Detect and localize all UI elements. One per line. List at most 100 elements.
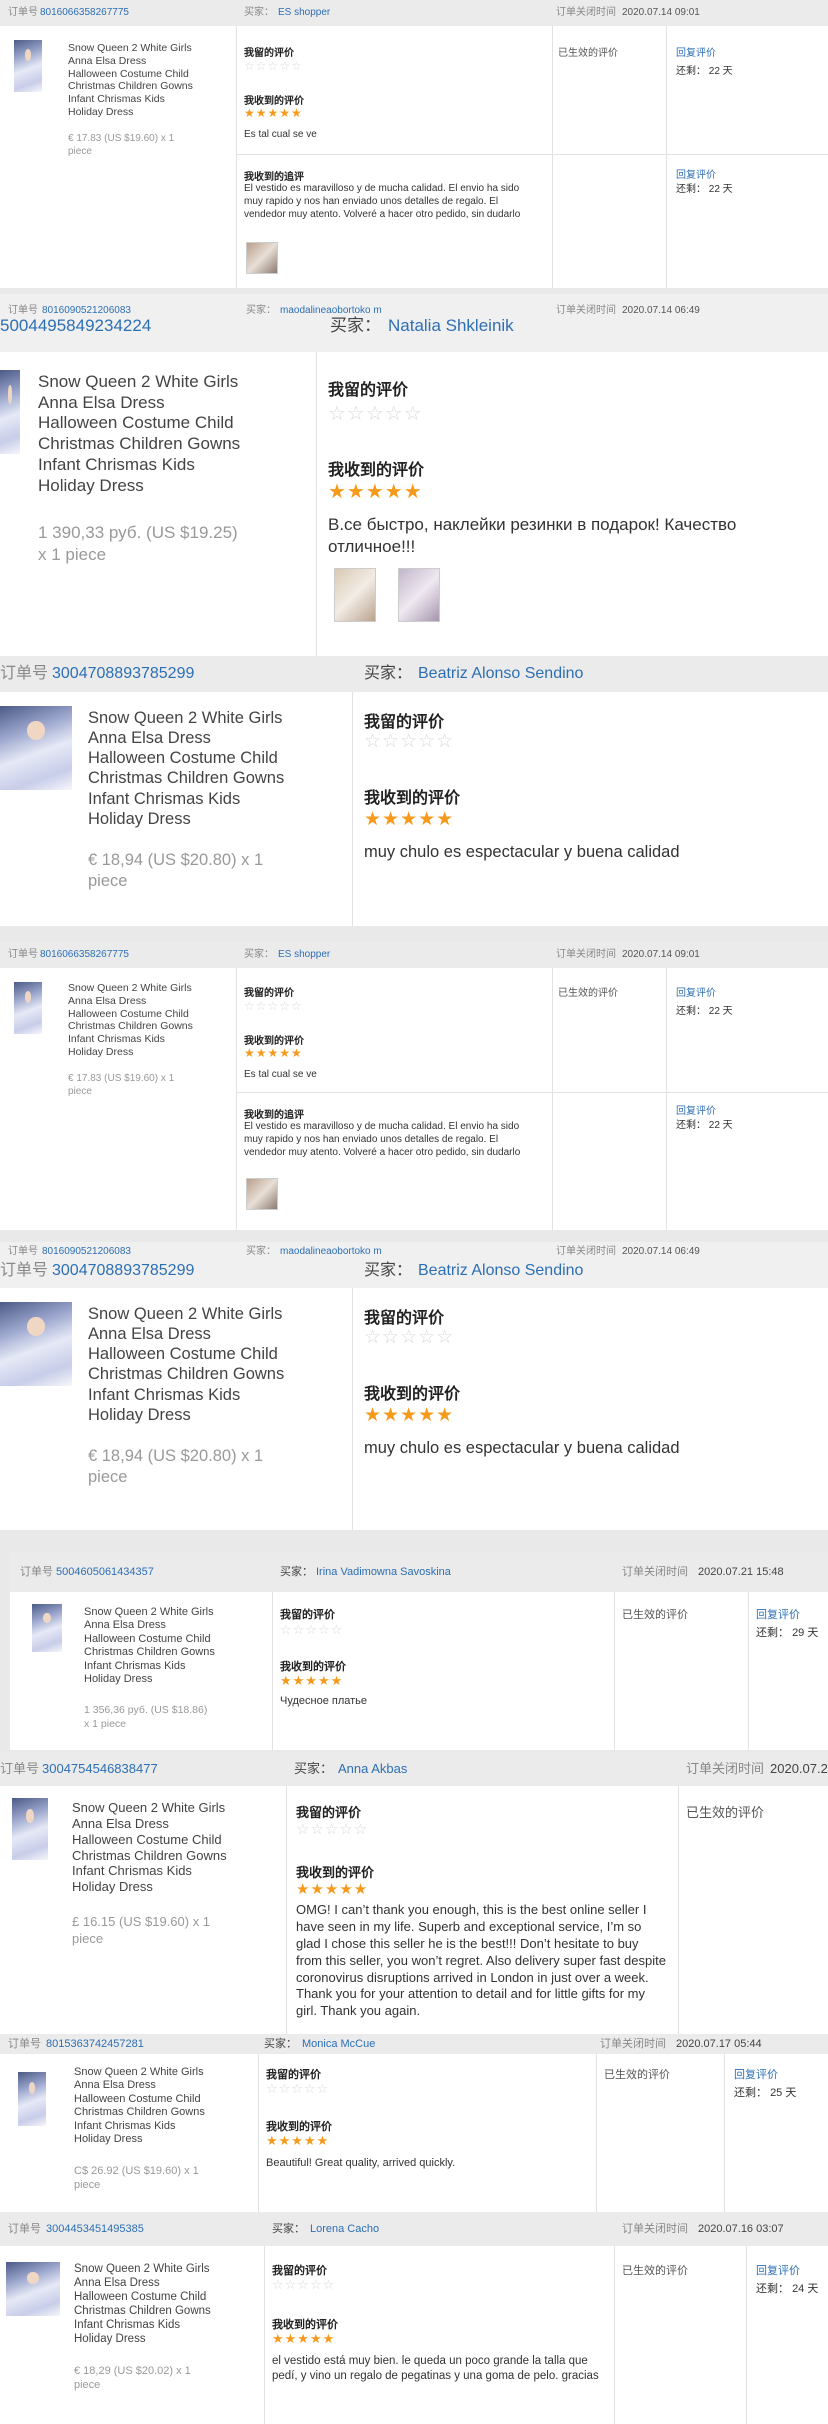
buyer-link[interactable]: Natalia Shkleinik [388,316,514,336]
order-number-link[interactable]: 8016066358267775 [40,0,129,26]
order-card-6: 订单号 5004605061434357 买家： Irina Vadimowna… [10,1552,828,1750]
my-review-stars: ☆☆☆☆☆ [244,59,303,73]
order-body: Snow Queen 2 White Girls Anna Elsa Dress H… [0,1786,828,2036]
my-review-stars: ☆☆☆☆☆ [244,999,303,1013]
buyer-label: 买家： [364,1262,413,1279]
product-thumbnail[interactable] [14,982,42,1034]
buyer-link[interactable]: Irina Vadimowna Savoskina [316,1552,451,1592]
my-review-heading: 我留的评价 [266,2069,321,2081]
product-title[interactable]: Snow Queen 2 White Girls Anna Elsa Dress H… [88,1304,348,1425]
buyer-label: 买家： [272,2223,305,2235]
order-header: 订单号 8016066358267775 买家： ES shopper 订单关闭… [0,942,828,968]
received-review-heading: 我收到的评价 [328,462,425,479]
order-card-8: 订单号 8015363742457281 买家： Monica McCue 订单… [0,2034,828,2212]
buyer-label: 买家： [280,1566,313,1578]
buyer-link[interactable]: Beatriz Alonso Sendino [418,1258,583,1284]
buyer-link[interactable]: ES shopper [278,0,330,26]
order-number-link[interactable]: 5004605061434357 [56,1552,154,1592]
days-left: 还剩： 22 天 [676,66,733,77]
order-header: 订单号 3004708893785299 买家： Beatriz Alonso … [0,656,828,692]
order-card-1: 订单号 8016066358267775 买家： ES shopper 订单关闭… [0,0,828,288]
my-review-heading: 我留的评价 [364,714,445,731]
close-time-value: 2020.07.2 [770,1761,828,1776]
buyer-link[interactable]: Anna Akbas [338,1752,407,1786]
received-review-heading: 我收到的评价 [244,1036,304,1047]
close-time-label: 订单关闭时间 [622,1566,688,1578]
product-title[interactable]: Snow Queen 2 White Girls Anna Elsa Dress H… [68,982,228,1059]
my-review-stars: ☆☆☆☆☆ [364,1327,455,1348]
product-title[interactable]: Snow Queen 2 White Girls Anna Elsa Dress H… [74,2066,252,2146]
buyer-link[interactable]: Monica McCue [302,2034,375,2054]
followup-reply-link[interactable]: 回复评价 [676,166,716,181]
order-number-link[interactable]: 3004754546838477 [42,1752,158,1786]
product-thumbnail[interactable] [0,1302,72,1386]
order-card-9: 订单号 3004453451495385 买家： Lorena Cacho 订单… [0,2212,828,2424]
product-thumbnail[interactable] [12,1798,48,1860]
followup-days-left: 还剩： 22 天 [676,1120,733,1131]
my-review-heading: 我留的评价 [296,1805,362,1820]
close-time-value: 2020.07.17 05:44 [676,2038,762,2050]
reply-review-link[interactable]: 回复评价 [676,984,716,999]
order-number-label: 订单号 [8,949,38,960]
product-title[interactable]: Snow Queen 2 White Girls Anna Elsa Dress H… [74,2262,254,2346]
order-number-link[interactable]: 8016066358267775 [40,942,129,968]
order-number-link[interactable]: 3004708893785299 [52,656,194,692]
buyer-label: 买家： [294,1761,334,1776]
buyer-link[interactable]: Lorena Cacho [310,2212,379,2246]
order-number-link-large[interactable]: 5004495849234224 [0,316,151,336]
product-thumbnail[interactable] [0,370,20,454]
order-number-label: 订单号 [0,665,49,682]
review-photo[interactable] [334,568,376,622]
received-review-stars: ★★★★★ [328,481,423,503]
order-number-link[interactable]: 3004453451495385 [46,2212,144,2246]
days-left: 还剩： 22 天 [676,1006,733,1017]
reply-review-link[interactable]: 回复评价 [756,1606,800,1622]
reply-review-link[interactable]: 回复评价 [734,2066,778,2082]
order-header: 订单号 8015363742457281 买家： Monica McCue 订单… [0,2034,828,2054]
product-thumbnail[interactable] [32,1604,62,1652]
review-photo[interactable] [246,242,278,274]
review-status: 已生效的评价 [622,2265,688,2277]
product-title[interactable]: Snow Queen 2 White Girls Anna Elsa Dress H… [72,1800,282,1895]
received-review-stars: ★★★★★ [244,106,303,120]
order-number-link[interactable]: 8015363742457281 [46,2034,144,2054]
followup-text: El vestido es maravilloso y de mucha cal… [244,1121,521,1158]
product-price: € 17.83 (US $19.60) x 1 piece [68,133,175,157]
product-title[interactable]: Snow Queen 2 White Girls Anna Elsa Dress H… [84,1606,254,1686]
product-thumbnail[interactable] [0,706,72,790]
my-review-heading: 我留的评价 [244,988,294,999]
reply-review-link[interactable]: 回复评价 [756,2262,800,2278]
review-text: Es tal cual se ve [244,1069,317,1080]
buyer-link[interactable]: ES shopper [278,942,330,968]
order-body: Snow Queen 2 White Girls Anna Elsa Dress H… [0,1288,828,1530]
review-status: 已生效的评价 [604,2069,670,2081]
my-review-heading: 我留的评价 [364,1310,445,1327]
product-thumbnail[interactable] [18,2072,46,2126]
review-text: el vestido está muy bien. le queda un po… [272,2355,599,2382]
followup-reply-link[interactable]: 回复评价 [676,1102,716,1117]
order-number-label: 订单号 [8,2038,41,2050]
buyer-link[interactable]: Beatriz Alonso Sendino [418,656,583,692]
order-card-2: 订单号 8016090521206083 买家： maodalineaobort… [0,294,828,656]
product-thumbnail[interactable] [6,2262,60,2316]
order-body: Snow Queen 2 White Girls Anna Elsa Dress H… [0,2054,828,2212]
close-time-label: 订单关闭时间 [556,7,616,18]
product-title[interactable]: Snow Queen 2 White Girls Anna Elsa Dress H… [38,372,308,496]
order-body: Snow Queen 2 White Girls Anna Elsa Dress H… [10,1592,828,1750]
review-photo[interactable] [246,1178,278,1210]
buyer-label: 买家： [244,7,274,18]
order-header: 订单号 3004708893785299 买家： Beatriz Alonso … [0,1258,828,1288]
followup-heading: 我收到的追评 [244,172,304,183]
order-number-link[interactable]: 3004708893785299 [52,1258,194,1284]
order-number-label: 订单号 [8,7,38,18]
review-text: Чудесное платье [280,1695,368,1707]
order-body: Snow Queen 2 White Girls Anna Elsa Dress H… [0,692,828,926]
order-header: 订单号 3004754546838477 买家： Anna Akbas 订单关闭… [0,1752,828,1786]
product-title[interactable]: Snow Queen 2 White Girls Anna Elsa Dress H… [68,42,228,119]
received-review-heading: 我收到的评价 [266,2121,332,2133]
product-title[interactable]: Snow Queen 2 White Girls Anna Elsa Dress H… [88,708,348,829]
review-photo[interactable] [398,568,440,622]
received-review-heading: 我收到的评价 [280,1661,346,1673]
product-thumbnail[interactable] [14,40,42,92]
reply-review-link[interactable]: 回复评价 [676,44,716,59]
